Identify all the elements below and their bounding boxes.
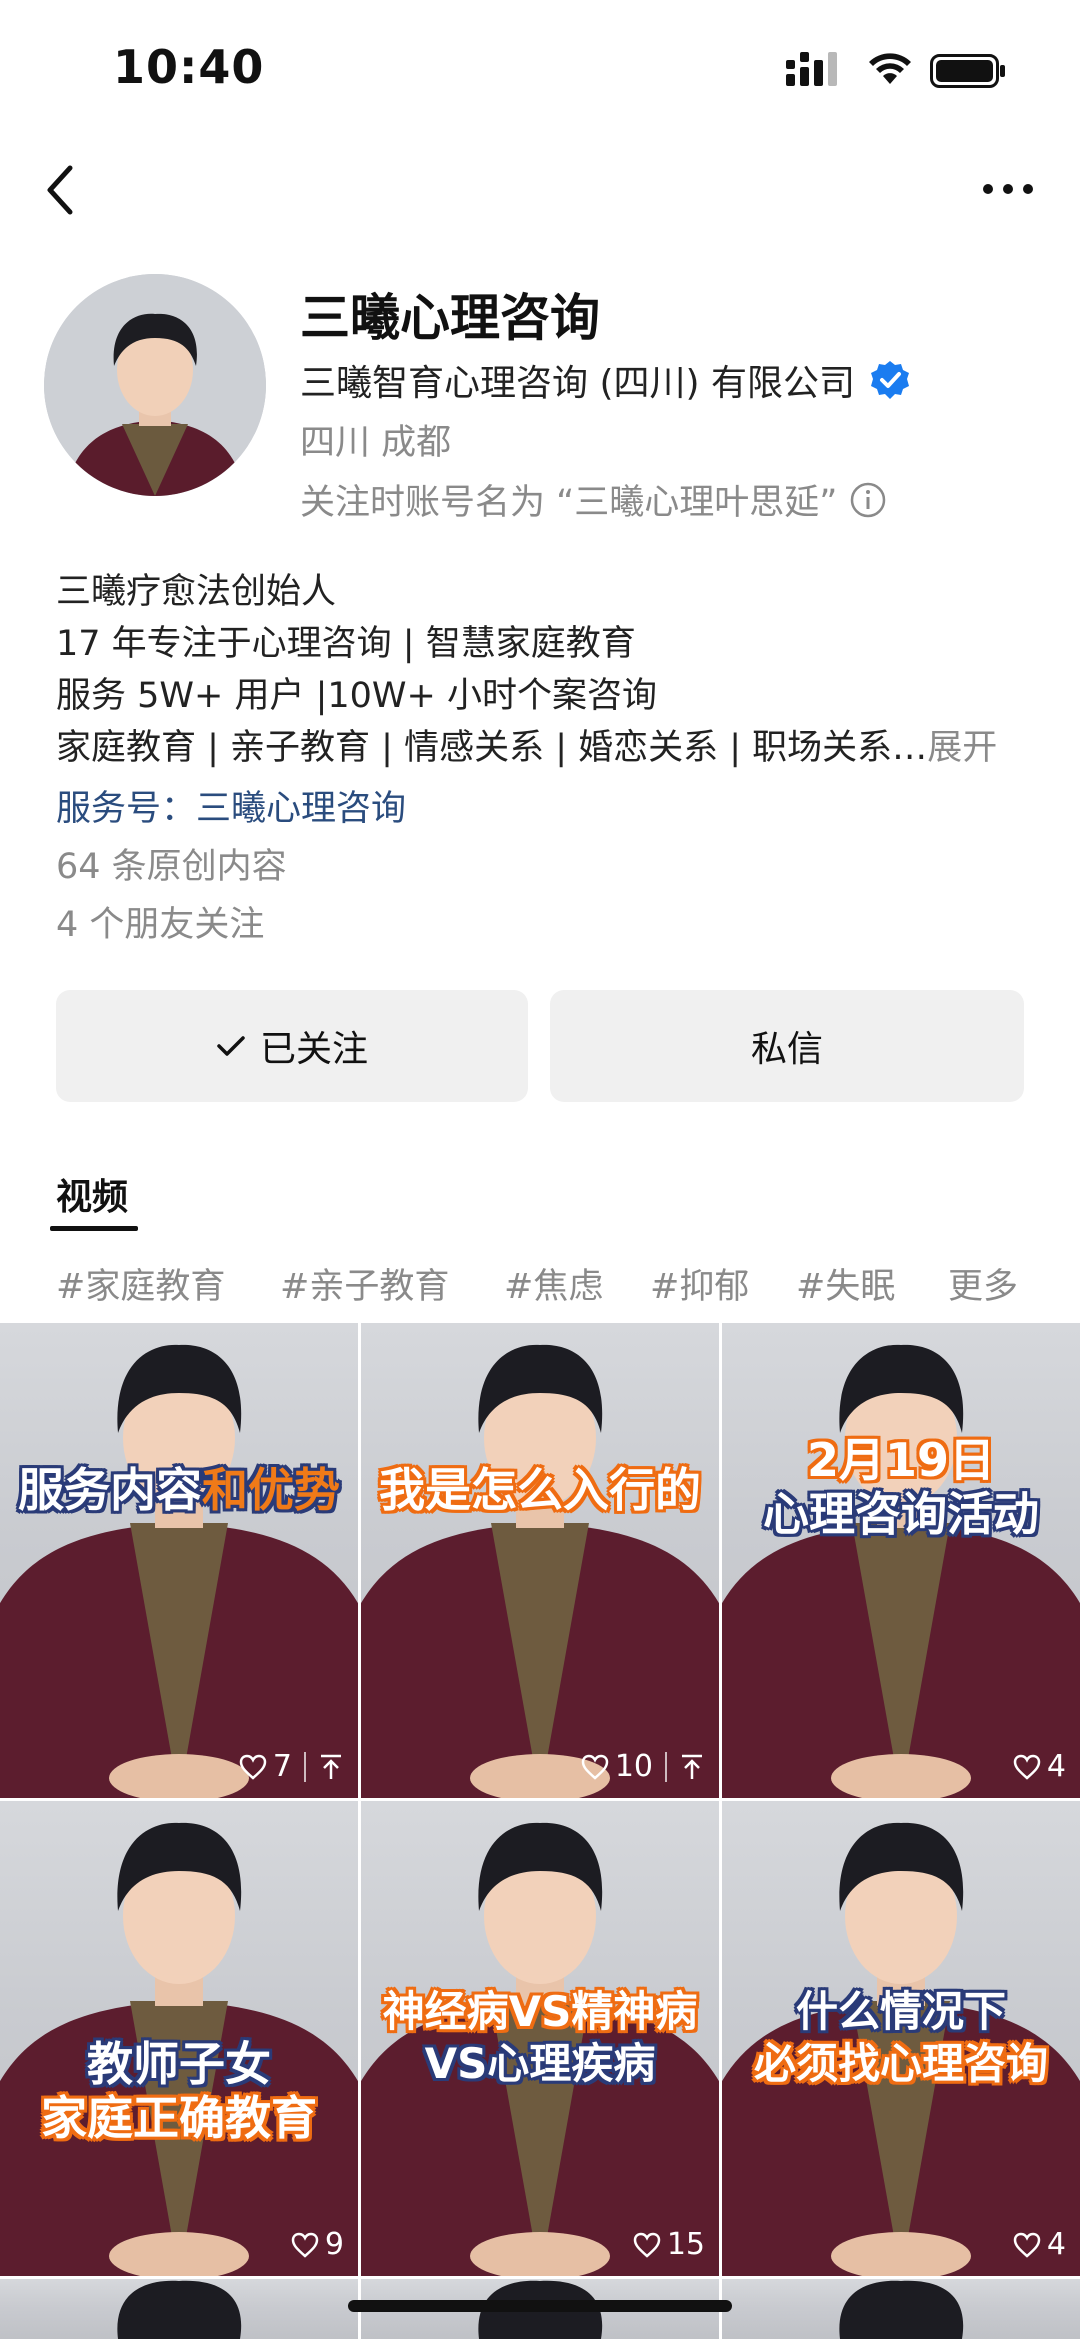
bio: 三曦疗愈法创始人 17 年专注于心理咨询 | 智慧家庭教育 服务 5W+ 用户 … [56,566,1036,774]
video-thumbnail[interactable] [722,2279,1080,2339]
bio-line-text: 家庭教育 | 亲子教育 | 情感关系 | 婚恋关系 | 职场关系… [56,728,928,768]
thumbnail-portrait [361,1344,719,1798]
company-name: 三曦智育心理咨询 (四川) 有限公司 [300,354,911,406]
divider [304,1751,306,1782]
like-count-text: 9 [324,2227,344,2262]
like-count-text: 4 [1046,2227,1066,2262]
status-time: 10:40 [113,40,265,94]
thumbnail-portrait [722,1344,1080,1798]
caption-text-highlight: 和优势 [202,1463,340,1517]
like-count: 9 [291,2227,344,2262]
info-icon[interactable] [849,481,887,519]
like-count: 15 [633,2227,705,2262]
bio-line: 17 年专注于心理咨询 | 智慧家庭教育 [56,624,636,664]
wifi-icon [869,53,911,84]
location: 四川 成都 [300,423,452,463]
expand-link[interactable]: 展开 [927,728,997,768]
check-icon [217,1036,245,1056]
heart-icon [1013,1754,1041,1780]
video-caption-line1: 什么情况下 [795,1987,1006,2036]
video-thumbnail[interactable]: 2月19日 心理咨询活动 4 [722,1323,1080,1798]
home-indicator[interactable] [348,2300,732,2312]
like-count: 10 [581,1749,705,1784]
verified-badge-icon [870,361,909,399]
service-account-link[interactable]: 服务号：三曦心理咨询 [56,780,406,831]
avatar[interactable] [44,274,266,496]
friends-following[interactable]: 4 个朋友关注 [56,896,264,947]
tag-parenting[interactable]: #亲子教育 [280,1258,449,1309]
like-count: 4 [1013,2227,1066,2262]
company-name-text: 三曦智育心理咨询 (四川) 有限公司 [300,363,855,404]
video-caption: 服务内容和优势 [0,1463,358,1517]
caption-text: 服务内容 [18,1463,202,1517]
tag-more[interactable]: 更多 [948,1258,1018,1309]
bio-line: 三曦疗愈法创始人 [56,572,337,612]
tag-anxiety[interactable]: #焦虑 [504,1258,603,1309]
thumbnail-portrait [839,2280,964,2339]
like-count-text: 10 [614,1749,653,1784]
tag-insomnia[interactable]: #失眠 [796,1258,895,1309]
tab-video[interactable]: 视频 [56,1168,128,1220]
like-count-text: 4 [1046,1749,1066,1784]
thumbnail-portrait [0,1344,358,1798]
video-caption: 我是怎么入行的 [379,1463,701,1517]
video-caption-line2: 必须找心理咨询 [753,2039,1048,2088]
like-count: 4 [1013,1749,1066,1784]
battery-icon [930,54,1005,88]
tag-depression[interactable]: #抑郁 [650,1258,749,1309]
nav-bar [0,150,1080,230]
like-count: 7 [239,1749,344,1784]
heart-icon [1013,2232,1041,2258]
back-arrow-icon[interactable] [40,162,80,218]
divider [665,1751,667,1782]
video-caption-line1: 神经病VS精神病 [382,1987,698,2036]
follow-name-text: 关注时账号名为 “三曦心理叶思延” [300,483,838,523]
bio-line-last: 家庭教育 | 亲子教育 | 情感关系 | 婚恋关系 | 职场关系…展开 [56,722,1036,774]
following-button[interactable]: 已关注 [56,990,528,1102]
message-label: 私信 [750,1029,823,1070]
video-thumbnail[interactable]: 什么情况下 必须找心理咨询 4 [722,1801,1080,2276]
video-thumbnail[interactable]: 教师子女 家庭正确教育 9 [0,1801,358,2276]
pinned-icon [682,1754,702,1779]
like-count-text: 7 [272,1749,292,1784]
video-thumbnail[interactable]: 我是怎么入行的 10 [361,1323,719,1798]
video-caption-line2: 家庭正确教育 [41,2091,317,2145]
follow-name-note: 关注时账号名为 “三曦心理叶思延” [300,474,887,525]
video-caption-line2: 心理咨询活动 [763,1487,1039,1541]
following-label: 已关注 [259,1029,368,1070]
tab-underline [50,1226,138,1231]
more-options-icon[interactable] [978,174,1038,204]
tab-bar: 视频 [0,1160,1080,1240]
heart-icon [239,1754,267,1780]
video-thumbnail[interactable] [0,2279,358,2339]
original-content-count: 64 条原创内容 [56,847,287,887]
thumbnail-portrait [117,2280,242,2339]
video-caption-line2: VS心理疾病 [424,2039,656,2088]
video-thumbnail[interactable]: 服务内容和优势 7 [0,1323,358,1798]
message-button[interactable]: 私信 [550,990,1024,1102]
heart-icon [633,2232,661,2258]
tag-family-education[interactable]: #家庭教育 [56,1258,225,1309]
video-thumbnail[interactable]: 神经病VS精神病 VS心理疾病 15 [361,1801,719,2276]
heart-icon [291,2232,319,2258]
cellular-signal-icon [786,52,837,86]
avatar-image [44,274,266,496]
video-caption-line1: 2月19日 [806,1433,996,1487]
pinned-icon [321,1754,341,1779]
heart-icon [581,1754,609,1780]
like-count-text: 15 [666,2227,705,2262]
account-name: 三曦心理咨询 [300,289,600,347]
tag-filter-row: #家庭教育 #亲子教育 #焦虑 #抑郁 #失眠 更多 [0,1250,1080,1310]
video-caption-line1: 教师子女 [87,2037,271,2091]
bio-line: 服务 5W+ 用户 |10W+ 小时个案咨询 [56,676,657,716]
status-bar: 10:40 [0,0,1080,140]
